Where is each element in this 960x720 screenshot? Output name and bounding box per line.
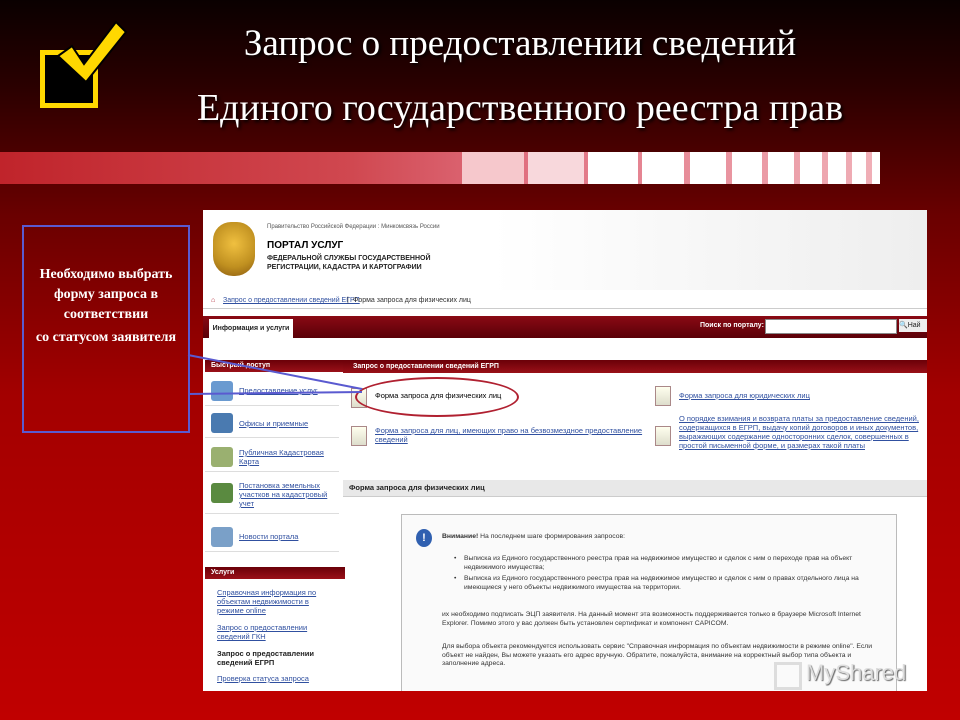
sidebar-item-label: Новости портала: [239, 532, 299, 541]
portal-title: ПОРТАЛ УСЛУГ: [267, 240, 344, 251]
band-block: [588, 152, 638, 184]
tree-icon: [211, 483, 233, 503]
section-head: Форма запроса для физических лиц: [343, 480, 927, 497]
document-icon: [655, 426, 671, 446]
dept-name: ФЕДЕРАЛЬНОЙ СЛУЖБЫ ГОСУДАРСТВЕННОЙ РЕГИС…: [267, 255, 431, 271]
slide-title-line1: Запрос о предоставлении сведений: [243, 23, 797, 64]
note-line2: со статусом заявителя: [35, 330, 177, 345]
sidebar-item-offices[interactable]: Офисы и приемные: [205, 409, 339, 438]
document-icon: [351, 426, 367, 446]
note-box: Необходимо выбрать форму запроса в соотв…: [22, 225, 190, 433]
sidebar-item-land[interactable]: Постановка земельных участков на кадастр…: [205, 479, 339, 514]
gov-line: Правительство Российской Федерации : Мин…: [267, 224, 440, 230]
portal-screenshot: Правительство Российской Федерации : Мин…: [203, 210, 927, 691]
form-link-free[interactable]: Форма запроса для лиц, имеющих право на …: [375, 426, 643, 444]
service-link[interactable]: Проверка статуса запроса: [217, 674, 335, 683]
fee-info-link[interactable]: О порядке взимания и возврата платы за п…: [679, 414, 927, 450]
sidebar-item-label: Предоставление услуг: [239, 386, 318, 395]
info-icon: !: [416, 529, 432, 547]
band-block: [852, 152, 866, 184]
band-block: [642, 152, 684, 184]
form-link-legal[interactable]: Форма запроса для юридических лиц: [679, 391, 879, 400]
band-block: [732, 152, 762, 184]
breadcrumb-link[interactable]: Запрос о предоставлении сведений ЕГРП: [223, 297, 360, 304]
bullet-icon: •: [454, 575, 457, 582]
watermark-icon: [774, 662, 802, 690]
portal-header: Правительство Российской Федерации : Мин…: [203, 210, 927, 290]
band-block: [800, 152, 822, 184]
breadcrumb-current: Форма запроса для физических лиц: [353, 297, 471, 304]
service-link[interactable]: Запрос о предоставлении сведений ГКН: [217, 623, 335, 641]
bullet1: Выписка из Единого государственного реес…: [464, 555, 853, 571]
search-input[interactable]: [765, 319, 897, 334]
note-line1: Необходимо выбрать форму запроса в соотв…: [39, 267, 173, 322]
search-icon: 🔍: [899, 322, 908, 329]
tab-info-services[interactable]: Информация и услуги: [209, 319, 293, 338]
watermark: MyShared: [806, 660, 907, 685]
slide-title-line2: Единого государственного реестра прав: [196, 87, 844, 129]
breadcrumb-sep: |: [347, 297, 349, 304]
band-block: [768, 152, 794, 184]
services-icon: [211, 381, 233, 401]
attention-text: На последнем шаге формирования запросов:: [480, 533, 625, 540]
band-block: [828, 152, 846, 184]
attention-line: Внимание! На последнем шаге формирования…: [442, 533, 882, 542]
sidebar-item-label: Публичная Кадастровая Карта: [239, 448, 324, 466]
services-head: Услуги: [205, 567, 345, 579]
sidebar-item-services[interactable]: Предоставление услуг: [205, 377, 339, 406]
band-block: [462, 152, 524, 184]
document-icon: [655, 386, 671, 406]
sidebar-item-map[interactable]: Публичная Кадастровая Карта: [205, 443, 339, 472]
bullet-icon: •: [454, 555, 457, 562]
para1: их необходимо подписать ЭЦП заявителя. Н…: [442, 611, 861, 627]
home-icon[interactable]: ⌂: [211, 297, 215, 304]
coat-of-arms-icon: [213, 222, 255, 276]
band-block: [528, 152, 584, 184]
breadcrumb: ⌂ Запрос о предоставлении сведений ЕГРП …: [203, 294, 927, 309]
sidebar-item-news[interactable]: Новости портала: [205, 523, 339, 552]
main-head: Запрос о предоставлении сведений ЕГРП: [343, 360, 927, 373]
news-icon: [211, 527, 233, 547]
service-link-current[interactable]: Запрос о предоставлении сведений ЕГРП: [217, 649, 335, 667]
band-block: [690, 152, 726, 184]
service-link[interactable]: Справочная информация по объектам недвиж…: [217, 588, 335, 615]
attention-bold: Внимание!: [442, 533, 479, 540]
highlight-oval: [355, 377, 519, 417]
quick-access-head: Быстрый доступ: [205, 360, 345, 372]
sidebar-item-label: Постановка земельных участков на кадастр…: [239, 481, 328, 508]
sidebar-item-label: Офисы и приемные: [239, 419, 309, 428]
building-icon: [211, 413, 233, 433]
map-icon: [211, 447, 233, 467]
search-label: Поиск по порталу:: [700, 322, 764, 329]
search-button-label: Най: [907, 322, 921, 329]
bullet2: Выписка из Единого государственного реес…: [464, 575, 859, 591]
band-block: [872, 152, 880, 184]
search-button[interactable]: 🔍Най: [899, 319, 927, 332]
